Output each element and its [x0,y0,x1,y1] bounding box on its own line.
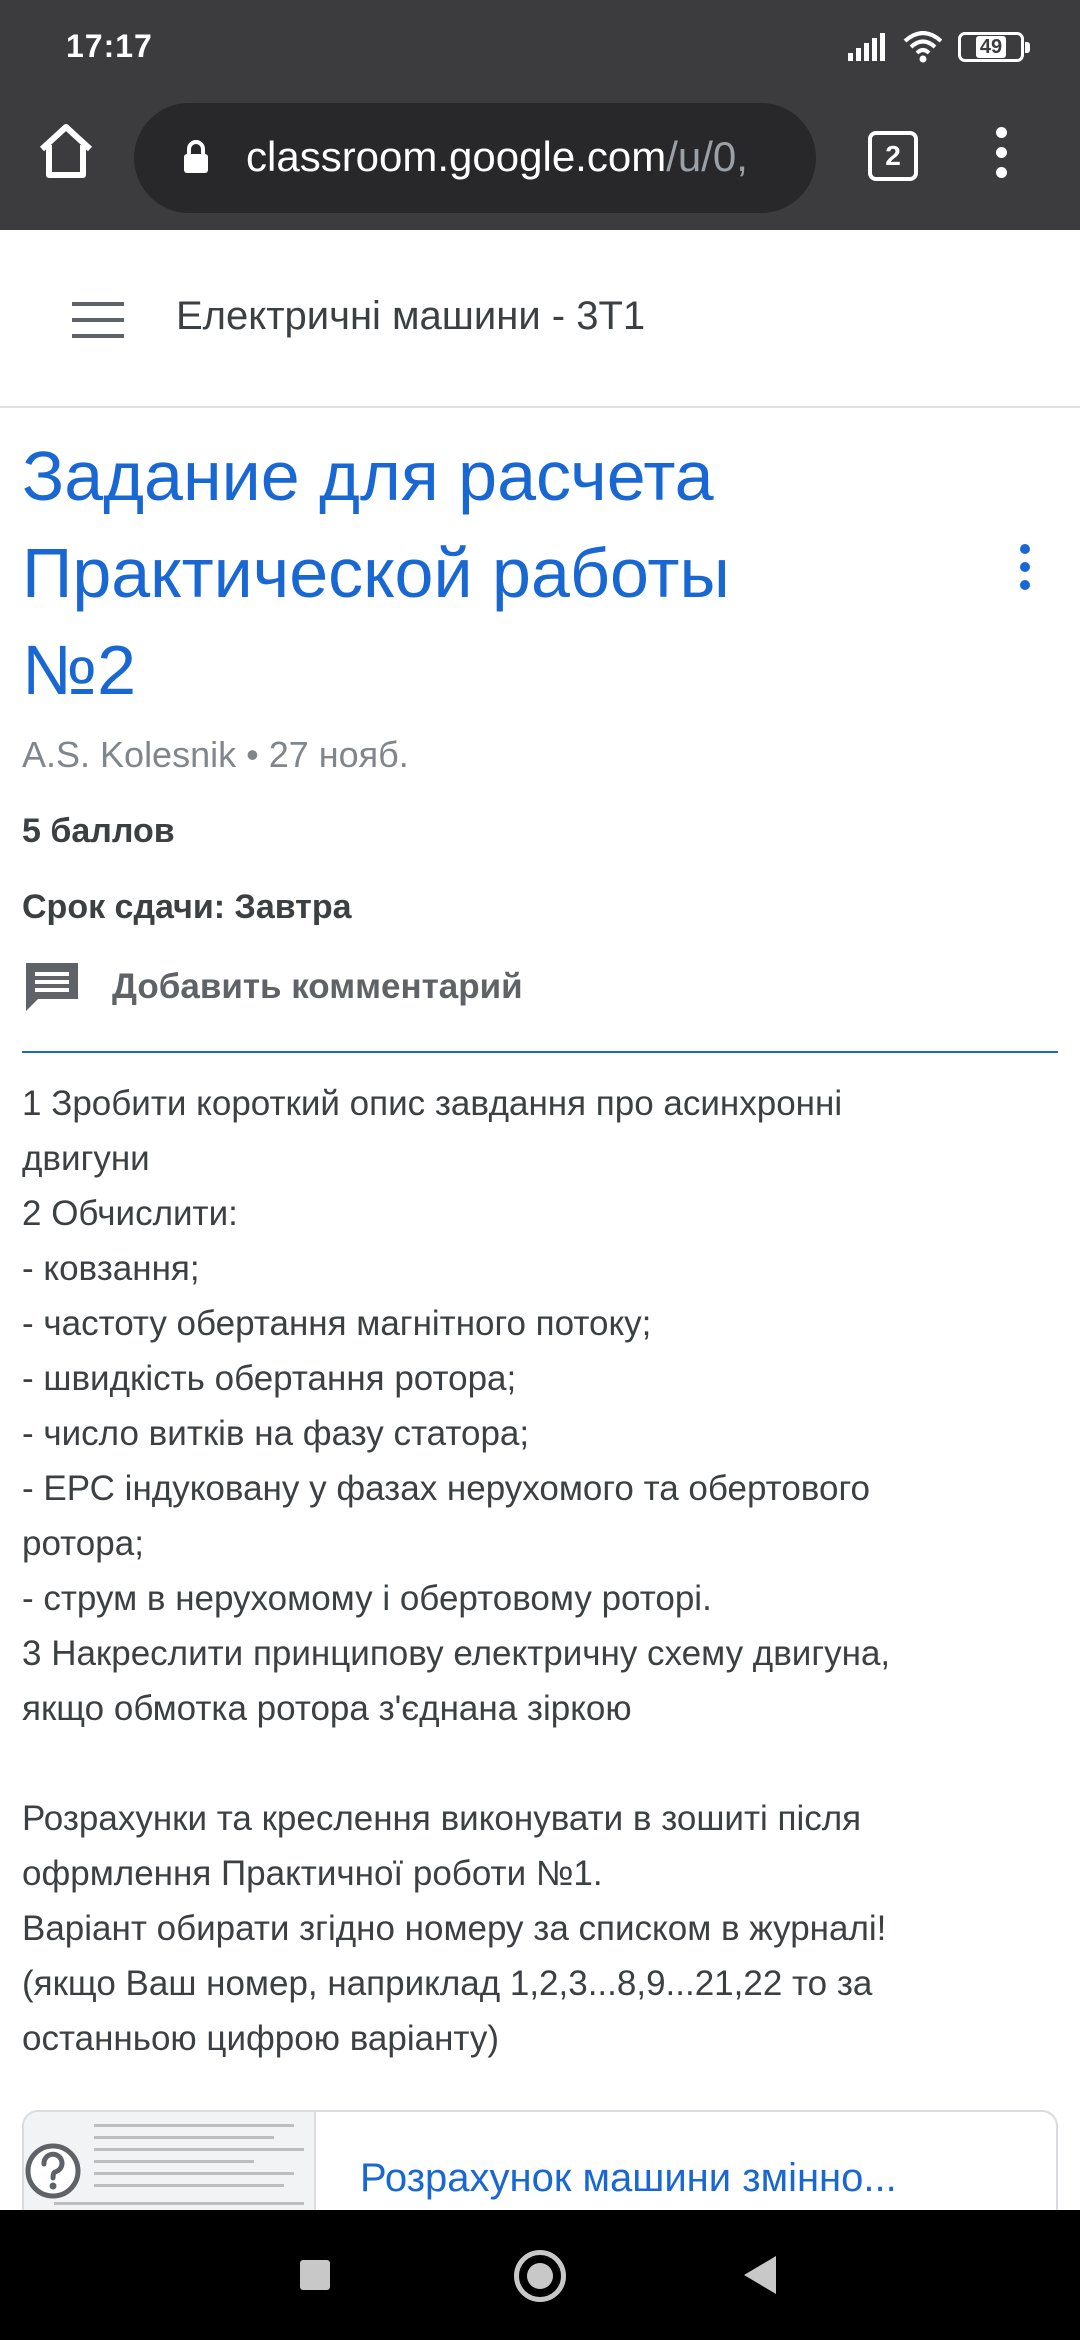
description-line: - число витків на фазу статора; [22,1414,530,1453]
assignment-more-icon[interactable] [1012,544,1038,596]
browser-chrome: 17:17 49 classroom.google.com/u/0, 2 [0,0,1080,230]
assignment-title-line: Задание для расчета [22,437,714,515]
description-line: останньою цифрою варіанту) [22,2019,499,2058]
url-host: classroom.google.com [246,133,667,180]
description-line: - струм в нерухомому і обертовому роторі… [22,1579,712,1618]
browser-toolbar: classroom.google.com/u/0, 2 [0,95,1080,215]
system-navigation-bar [0,2210,1080,2340]
status-bar: 17:17 49 [0,0,1080,95]
description-line: 2 Обчислити: [22,1194,238,1233]
address-bar[interactable]: classroom.google.com/u/0, [134,103,816,213]
battery-icon: 49 [958,32,1030,62]
description-line: - ковзання; [22,1249,200,1288]
classroom-app-bar: Електричні машини - 3Т1 [0,230,1080,408]
assignment-title: Задание для расчета Практической работы … [22,428,902,719]
description-line: 1 Зробити короткий опис завдання про аси… [22,1084,843,1123]
attachment-title[interactable]: Розрахунок машини змінно... [360,2156,897,2201]
description-line: (якщо Ваш номер, наприклад 1,2,3...8,9..… [22,1964,873,2003]
add-comment-label: Добавить комментарий [112,967,523,1006]
comment-icon [26,963,78,1011]
status-time: 17:17 [66,28,153,64]
wifi-icon [903,31,943,63]
description-line: - частоту обертання магнітного потоку; [22,1304,652,1343]
recents-icon[interactable] [300,2260,330,2290]
home-nav-icon[interactable] [514,2250,566,2302]
description-line: офрмлення Практичної роботи №1. [22,1854,603,1893]
description-line: - ЕРС індуковану у фазах нерухомого та о… [22,1469,870,1508]
description-line: Розрахунки та креслення виконувати в зош… [22,1799,862,1838]
lock-icon [184,140,208,173]
home-icon[interactable] [34,119,98,183]
class-title[interactable]: Електричні машини - 3Т1 [176,294,645,339]
assignment-title-line: №2 [22,631,137,709]
more-vert-icon[interactable] [986,127,1016,187]
description-line: Варіант обирати згідно номеру за списком… [22,1909,887,1948]
divider [22,1051,1058,1053]
tab-count: 2 [885,140,901,171]
assignment-description: 1 Зробити короткий опис завдання про аси… [22,1076,1062,2066]
status-icons: 49 [848,30,1030,64]
assignment-meta: A.S. Kolesnik • 27 нояб. [22,734,409,775]
signal-icon [848,33,885,61]
description-line: - швидкість обертання ротора; [22,1359,517,1398]
url-path: /u/0, [666,133,748,180]
help-icon[interactable] [24,2142,82,2200]
url-text[interactable]: classroom.google.com/u/0, [246,133,802,181]
add-comment-button[interactable]: Добавить комментарий [22,956,523,1018]
description-line: 3 Накреслити принципову електричну схему… [22,1634,891,1673]
assignment-title-line: Практической работы [22,534,730,612]
assignment-due-date: Срок сдачи: Завтра [22,888,352,926]
back-icon[interactable] [744,2256,776,2294]
description-line: ротора; [22,1524,144,1563]
description-line [22,1736,1062,1791]
description-line: двигуни [22,1139,150,1178]
hamburger-menu-icon[interactable] [72,302,124,338]
assignment-points: 5 баллов [22,812,175,850]
battery-level: 49 [975,36,1007,58]
tabs-icon[interactable]: 2 [868,131,918,181]
description-line: якщо обмотка ротора з'єднана зіркою [22,1689,632,1728]
